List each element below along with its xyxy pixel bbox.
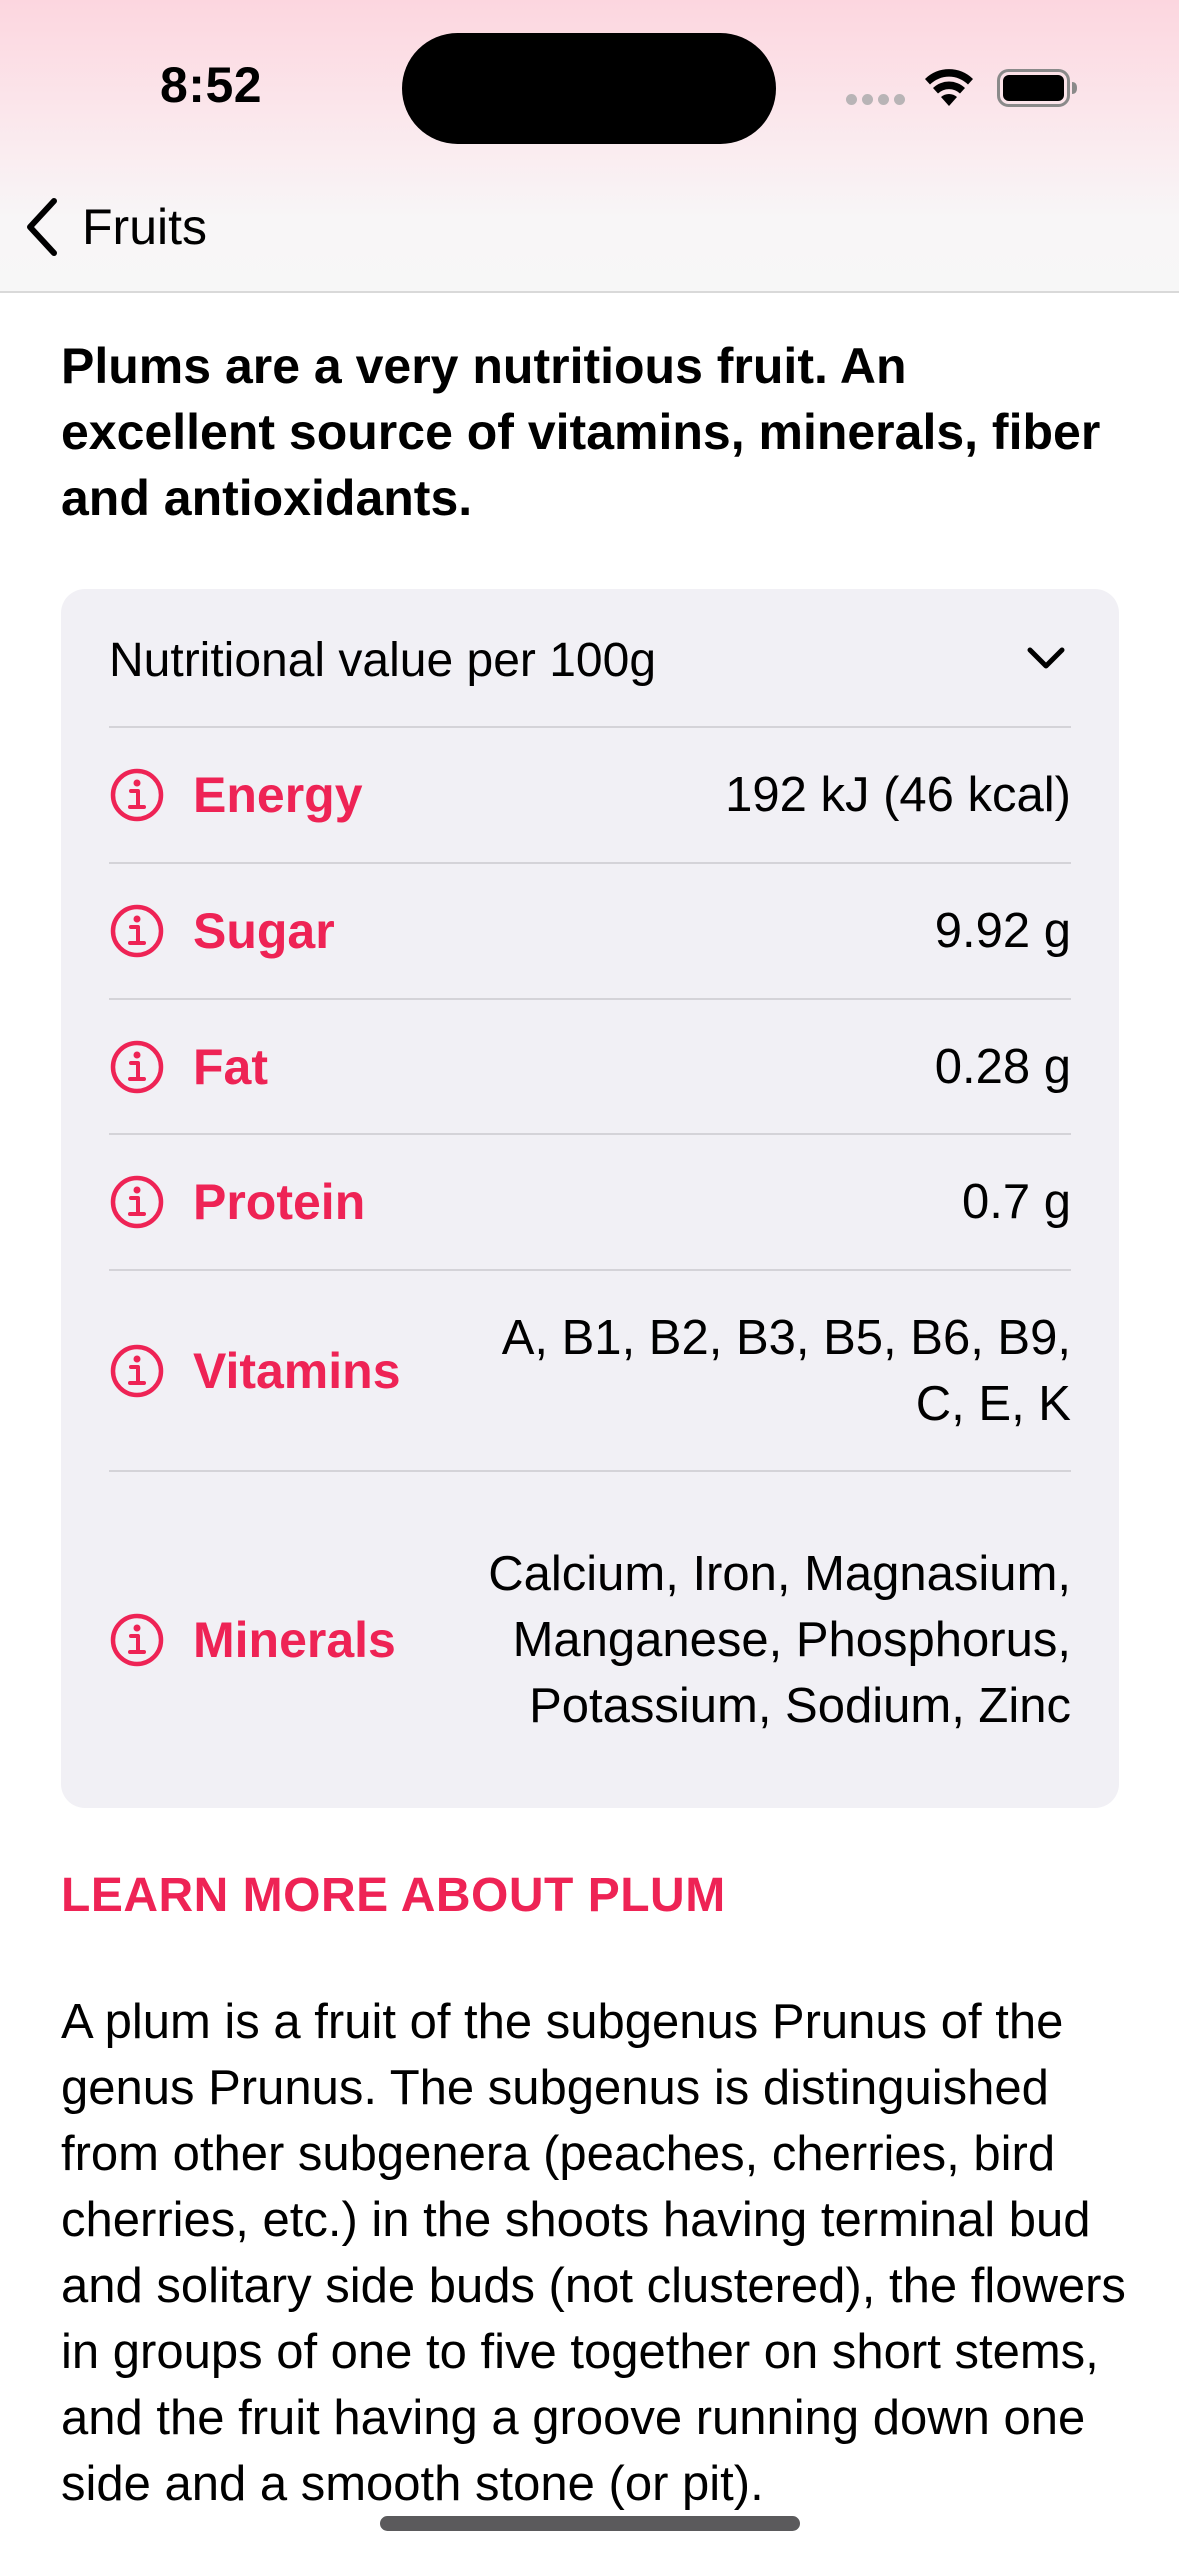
back-button-label: Fruits xyxy=(82,199,207,255)
info-icon[interactable] xyxy=(109,1612,165,1668)
nutrition-row-vitamins: Vitamins A, B1, B2, B3, B5, B6, B9, C, E… xyxy=(109,1271,1071,1472)
nutrition-label: Fat xyxy=(193,1038,268,1095)
navigation-header: 8:52 Fruits xyxy=(0,0,1179,293)
nutrition-value: 0.7 g xyxy=(962,1175,1071,1229)
nutrition-value: 0.28 g xyxy=(934,1039,1071,1094)
nutrition-value: 192 kJ (46 kcal) xyxy=(725,768,1071,822)
learn-more-heading: LEARN MORE ABOUT PLUM xyxy=(61,1869,726,1922)
nutrition-row-sugar: Sugar 9.92 g xyxy=(109,864,1071,1000)
nutrition-label: Vitamins xyxy=(193,1342,401,1399)
info-icon[interactable] xyxy=(109,1039,165,1095)
back-button[interactable]: Fruits xyxy=(22,192,207,262)
chevron-left-icon xyxy=(27,198,57,256)
wifi-icon xyxy=(925,69,973,106)
nutrition-value: Calcium, Iron, Magnasium, Manganese, Pho… xyxy=(488,1547,1071,1733)
nutrition-row-fat: Fat 0.28 g xyxy=(109,1000,1071,1135)
nutrition-label: Sugar xyxy=(193,903,335,959)
intro-text: Plums are a very nutritious fruit. An ex… xyxy=(61,338,1101,526)
nutrition-label: Minerals xyxy=(193,1612,396,1668)
cellular-signal-icon xyxy=(846,94,905,105)
nutrition-value: A, B1, B2, B3, B5, B6, B9, C, E, K xyxy=(501,1310,1071,1431)
info-icon[interactable] xyxy=(109,1343,165,1399)
nutrition-label: Protein xyxy=(193,1174,366,1230)
nutrition-label: Energy xyxy=(193,767,363,823)
fruit-description: A plum is a fruit of the subgenus Prunus… xyxy=(61,1995,1126,2511)
nutrition-disclosure-header[interactable]: Nutritional value per 100g xyxy=(109,589,1071,728)
status-time: 8:52 xyxy=(160,57,263,113)
info-icon[interactable] xyxy=(109,767,165,823)
dynamic-island xyxy=(402,33,776,144)
nutrition-title: Nutritional value per 100g xyxy=(109,634,657,687)
nutrition-card: Nutritional value per 100g Energy 192 kJ… xyxy=(61,589,1119,1808)
nutrition-row-energy: Energy 192 kJ (46 kcal) xyxy=(109,728,1071,864)
nutrition-value: 9.92 g xyxy=(934,904,1071,958)
info-icon[interactable] xyxy=(109,903,165,959)
home-indicator[interactable] xyxy=(380,2516,800,2531)
nutrition-row-minerals: Minerals Calcium, Iron, Magnasium, Manga… xyxy=(109,1472,1071,1808)
nutrition-row-protein: Protein 0.7 g xyxy=(109,1135,1071,1271)
chevron-down-icon xyxy=(1027,647,1065,668)
battery-icon xyxy=(997,69,1077,107)
info-icon[interactable] xyxy=(109,1174,165,1230)
